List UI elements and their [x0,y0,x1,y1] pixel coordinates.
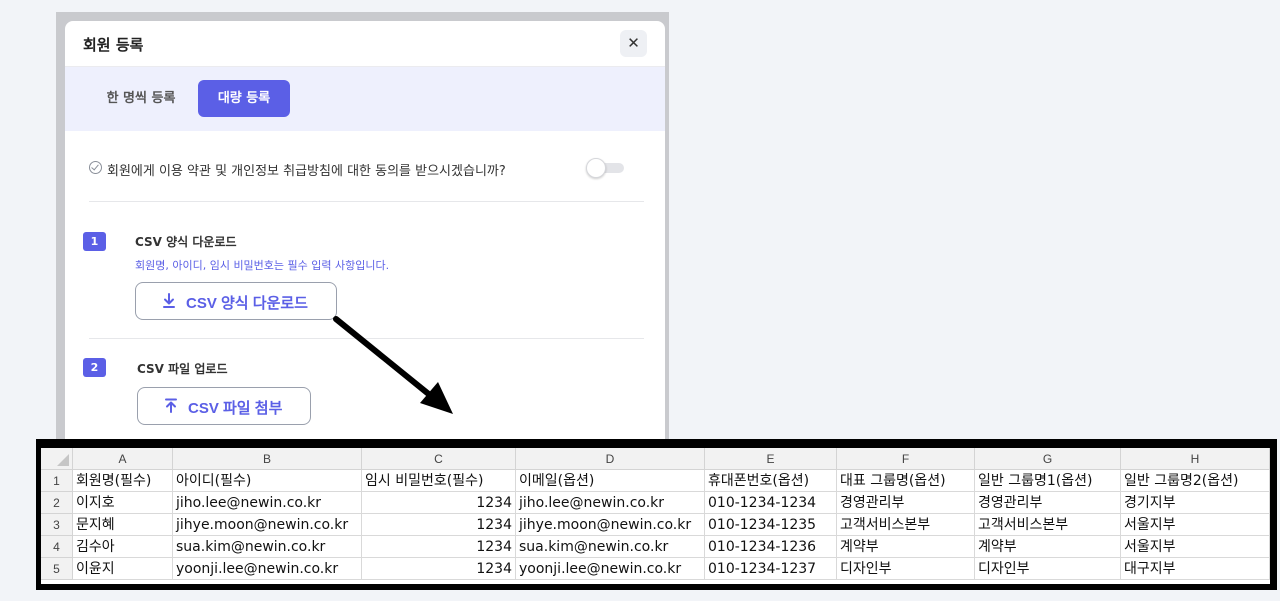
header-cell[interactable]: 대표 그룹명(옵션) [837,470,975,492]
table-cell[interactable]: 1234 [362,492,516,514]
header-cell[interactable]: 아이디(필수) [173,470,362,492]
table-cell[interactable]: 문지혜 [73,514,173,536]
table-cell[interactable]: yoonji.lee@newin.co.kr [516,558,705,580]
column-header-a[interactable]: A [73,448,173,470]
table-cell[interactable]: 1234 [362,558,516,580]
table-cell[interactable]: sua.kim@newin.co.kr [173,536,362,558]
table-cell[interactable]: 경영관리부 [975,492,1121,514]
table-cell[interactable]: jihye.moon@newin.co.kr [516,514,705,536]
table-cell[interactable]: 디자인부 [975,558,1121,580]
column-header-c[interactable]: C [362,448,516,470]
row-header-2[interactable]: 2 [41,492,73,514]
table-cell[interactable]: 서울지부 [1121,536,1270,558]
column-header-g[interactable]: G [975,448,1121,470]
table-cell[interactable]: 1234 [362,536,516,558]
table-cell[interactable]: jiho.lee@newin.co.kr [173,492,362,514]
table-cell[interactable]: 경기지부 [1121,492,1270,514]
table-cell[interactable]: 경영관리부 [837,492,975,514]
table-cell[interactable]: 010-1234-1235 [705,514,837,536]
table-cell[interactable]: 010-1234-1236 [705,536,837,558]
row-header-5[interactable]: 5 [41,558,73,580]
table-cell[interactable]: 이윤지 [73,558,173,580]
table-cell[interactable]: 010-1234-1234 [705,492,837,514]
table-cell[interactable]: 서울지부 [1121,514,1270,536]
table-cell[interactable]: 010-1234-1237 [705,558,837,580]
table-cell[interactable]: yoonji.lee@newin.co.kr [173,558,362,580]
header-cell[interactable]: 일반 그룹명1(옵션) [975,470,1121,492]
table-cell[interactable]: 이지호 [73,492,173,514]
row-header-3[interactable]: 3 [41,514,73,536]
column-header-f[interactable]: F [837,448,975,470]
spreadsheet-preview: A B C D E F G H 1 회원명(필수) 아이디(필수) 임시 비밀번호(필수) 이메일(옵션… [36,439,1277,590]
row-header-1[interactable]: 1 [41,470,73,492]
table-cell[interactable]: 김수아 [73,536,173,558]
table-cell[interactable]: 고객서비스본부 [837,514,975,536]
header-cell[interactable]: 회원명(필수) [73,470,173,492]
table-cell[interactable]: 고객서비스본부 [975,514,1121,536]
select-all-corner[interactable] [41,448,73,470]
header-cell[interactable]: 일반 그룹명2(옵션) [1121,470,1270,492]
header-cell[interactable]: 휴대폰번호(옵션) [705,470,837,492]
table-cell[interactable]: 디자인부 [837,558,975,580]
table-cell[interactable]: 대구지부 [1121,558,1270,580]
table-cell[interactable]: jiho.lee@newin.co.kr [516,492,705,514]
table-cell[interactable]: jihye.moon@newin.co.kr [173,514,362,536]
table-cell[interactable]: 계약부 [837,536,975,558]
spreadsheet-grid: A B C D E F G H 1 회원명(필수) 아이디(필수) 임시 비밀번호(필수) 이메일(옵션… [41,448,1270,584]
table-cell[interactable]: sua.kim@newin.co.kr [516,536,705,558]
table-cell[interactable]: 계약부 [975,536,1121,558]
table-cell[interactable]: 1234 [362,514,516,536]
column-header-b[interactable]: B [173,448,362,470]
header-cell[interactable]: 임시 비밀번호(필수) [362,470,516,492]
column-header-h[interactable]: H [1121,448,1270,470]
header-cell[interactable]: 이메일(옵션) [516,470,705,492]
column-header-d[interactable]: D [516,448,705,470]
column-header-e[interactable]: E [705,448,837,470]
row-header-4[interactable]: 4 [41,536,73,558]
